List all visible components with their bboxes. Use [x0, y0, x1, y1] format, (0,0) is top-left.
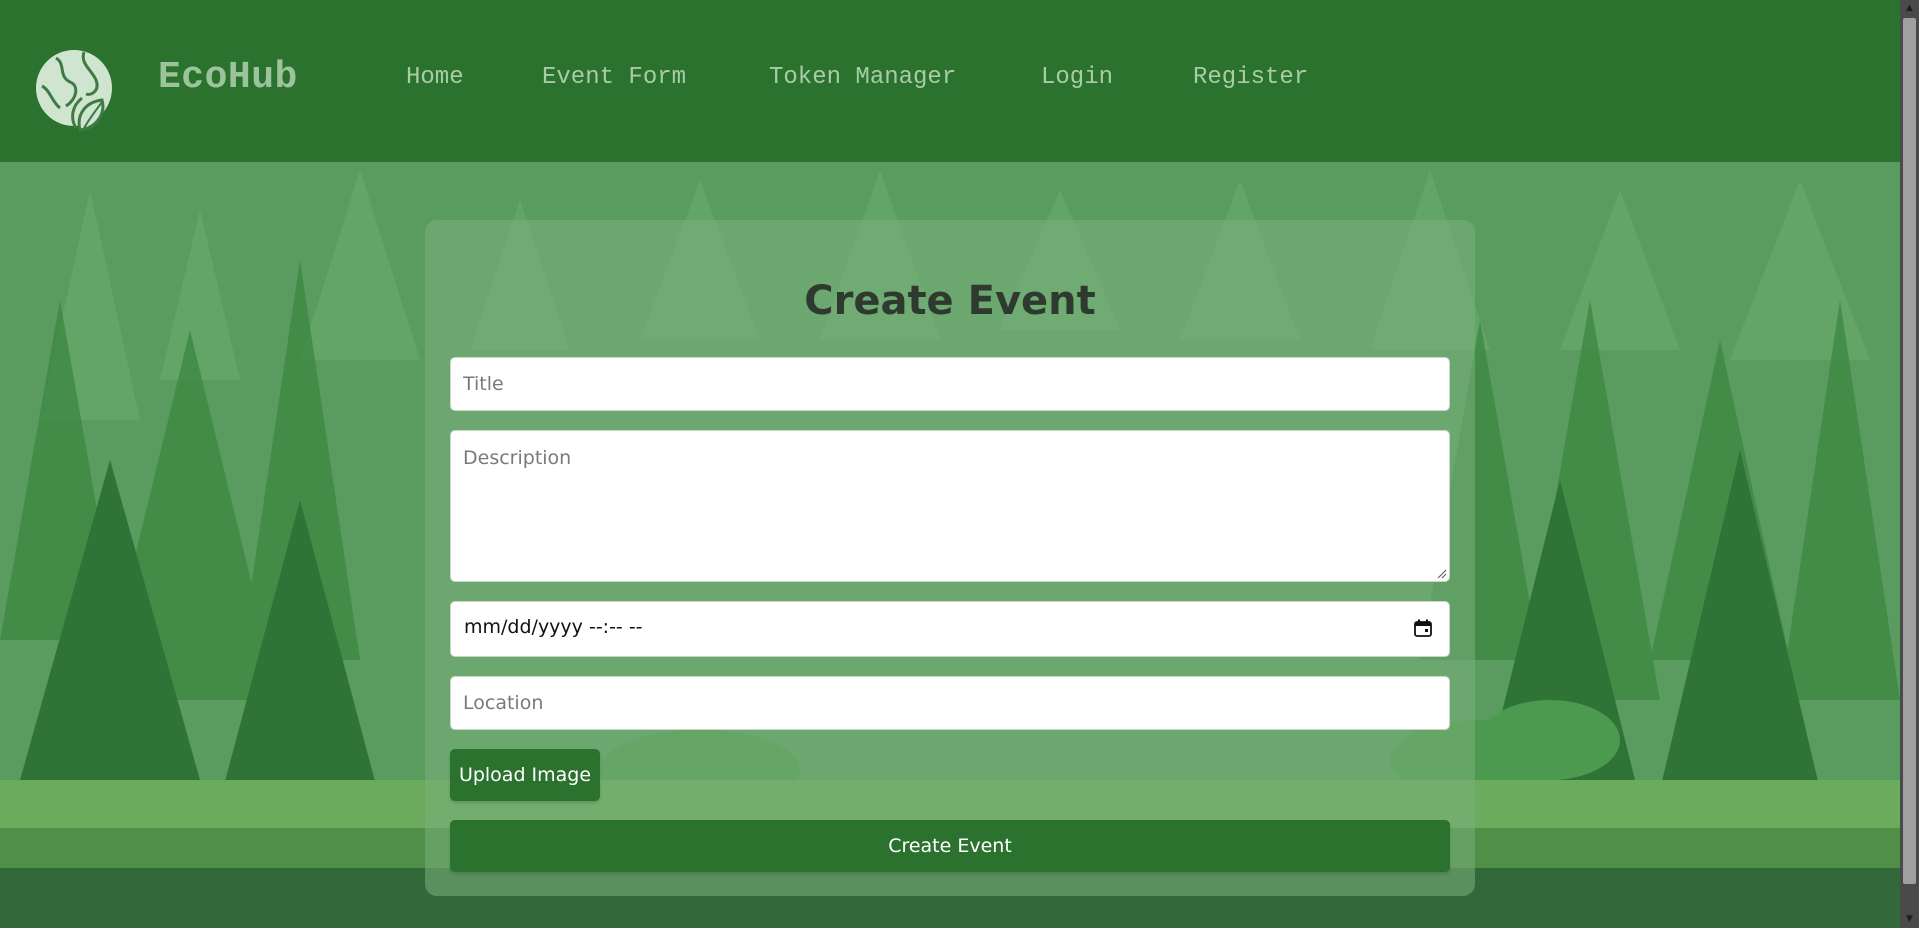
- vertical-scrollbar[interactable]: ▲ ▼: [1900, 0, 1919, 928]
- top-navbar: EcoHub Home Event Form Token Manager Log…: [0, 0, 1900, 162]
- form-title: Create Event: [804, 278, 1096, 324]
- nav-register[interactable]: Register: [1193, 64, 1308, 91]
- nav-login[interactable]: Login: [1041, 64, 1113, 91]
- nav-event-form[interactable]: Event Form: [542, 64, 686, 91]
- datetime-input[interactable]: [450, 601, 1450, 657]
- globe-leaf-logo[interactable]: [36, 44, 116, 132]
- nav-home[interactable]: Home: [406, 64, 464, 91]
- scroll-down-icon[interactable]: ▼: [1900, 911, 1919, 928]
- location-input[interactable]: [450, 676, 1450, 730]
- nav-token-manager[interactable]: Token Manager: [769, 64, 956, 91]
- create-event-button[interactable]: Create Event: [450, 820, 1450, 872]
- scroll-up-icon[interactable]: ▲: [1900, 0, 1919, 17]
- scrollbar-thumb[interactable]: [1903, 18, 1916, 884]
- resize-grip-icon[interactable]: [1437, 569, 1447, 579]
- title-input[interactable]: [450, 357, 1450, 411]
- calendar-icon[interactable]: [1414, 619, 1432, 637]
- page: EcoHub Home Event Form Token Manager Log…: [0, 0, 1919, 928]
- description-textarea[interactable]: [450, 430, 1450, 582]
- upload-image-button[interactable]: Upload Image: [450, 749, 600, 801]
- brand-name[interactable]: EcoHub: [158, 56, 298, 99]
